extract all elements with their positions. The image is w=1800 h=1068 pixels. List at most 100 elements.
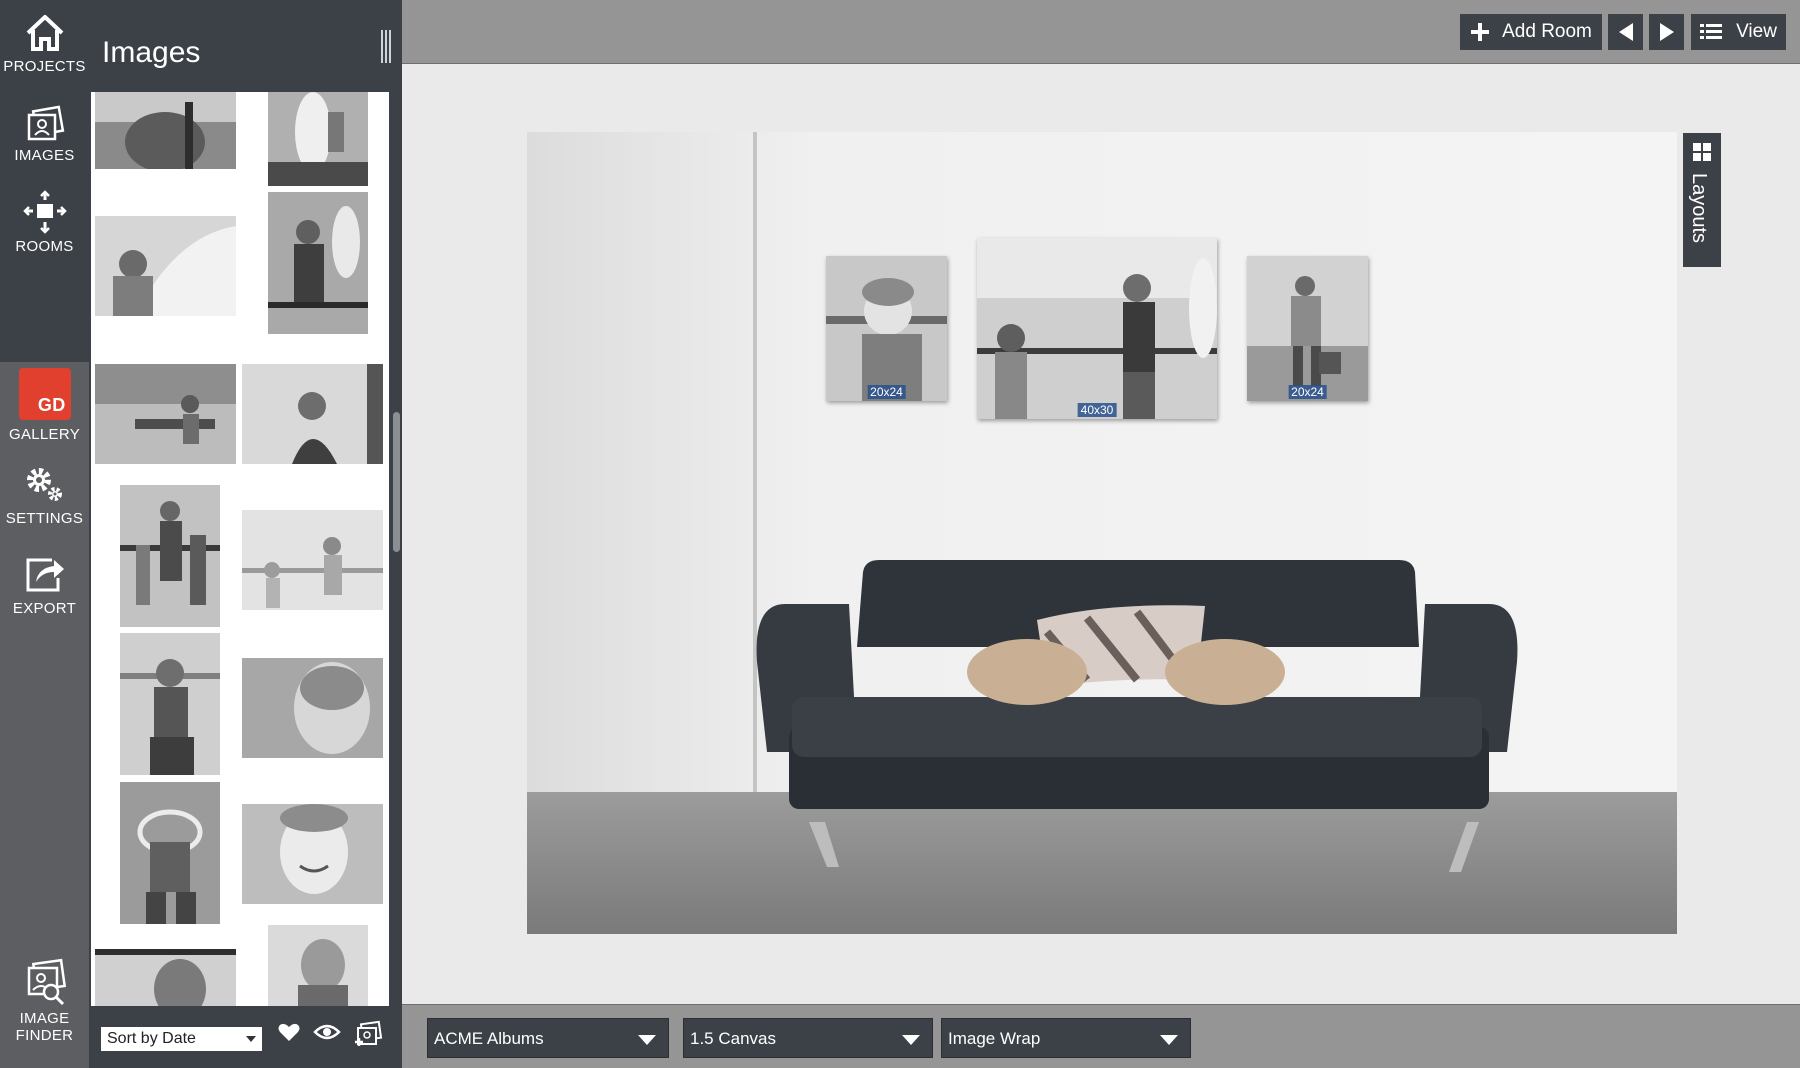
- wall-frame-center[interactable]: 40x30: [977, 238, 1217, 419]
- triangle-left-icon: [1618, 23, 1633, 41]
- nav-gallery-label: GALLERY: [8, 426, 81, 443]
- next-room-button[interactable]: [1649, 14, 1684, 50]
- image-thumbnail[interactable]: [95, 92, 236, 169]
- thumbnail-photo: [95, 92, 236, 169]
- image-thumbnail[interactable]: [242, 364, 383, 464]
- sort-select-value: Sort by Date: [107, 1030, 196, 1047]
- image-thumbnail[interactable]: [268, 92, 368, 186]
- image-thumbnail[interactable]: [95, 949, 236, 1006]
- thumbnail-photo: [268, 92, 368, 186]
- frame-photo: [1247, 256, 1368, 401]
- thumbnail-photo: [95, 216, 236, 316]
- heart-icon[interactable]: [277, 1020, 301, 1044]
- image-thumbnail-grid: [91, 92, 389, 1006]
- thumbnail-photo: [242, 510, 383, 610]
- nav-rooms[interactable]: ROOMS: [0, 190, 89, 268]
- panel-title: Images: [102, 36, 201, 69]
- home-icon: [26, 15, 63, 51]
- wrap-select-value: Image Wrap: [948, 1029, 1041, 1048]
- nav-image-finder-label-1: IMAGE: [19, 1010, 70, 1027]
- image-thumbnail[interactable]: [268, 925, 368, 1006]
- bottom-toolbar: ACME Albums 1.5 Canvas Image Wrap: [402, 1004, 1800, 1068]
- image-thumbnail[interactable]: [120, 633, 220, 775]
- image-thumbnail[interactable]: [242, 510, 383, 610]
- thumbnail-scrollbar[interactable]: [391, 92, 402, 1006]
- rooms-icon: [22, 190, 67, 234]
- thumbnail-photo: [120, 782, 220, 924]
- thumbnail-photo: [95, 364, 236, 464]
- thumbnail-photo: [120, 485, 220, 627]
- wall-frame-right[interactable]: 20x24: [1247, 256, 1368, 401]
- view-button[interactable]: View: [1691, 14, 1786, 50]
- images-panel: Images Sort by Date: [89, 0, 402, 1068]
- frame-size-tag: 20x24: [867, 385, 906, 399]
- add-room-button[interactable]: Add Room: [1460, 14, 1602, 50]
- thumbnail-photo: [242, 658, 383, 758]
- panel-footer: Sort by Date: [89, 1006, 402, 1068]
- view-label: View: [1736, 21, 1777, 42]
- chevron-down-icon: [902, 1035, 920, 1045]
- export-icon: [26, 558, 64, 592]
- layouts-tab[interactable]: Layouts: [1683, 133, 1721, 267]
- add-room-label: Add Room: [1502, 21, 1592, 42]
- wrap-select[interactable]: Image Wrap: [941, 1018, 1191, 1058]
- image-thumbnail[interactable]: [242, 658, 383, 758]
- nav-images[interactable]: IMAGES: [0, 92, 89, 180]
- nav-settings-label: SETTINGS: [5, 510, 84, 527]
- thumbnail-photo: [268, 925, 368, 1006]
- panel-resize-handle[interactable]: [381, 30, 391, 63]
- eye-icon[interactable]: [313, 1020, 341, 1044]
- image-thumbnail[interactable]: [242, 804, 383, 904]
- images-icon: [27, 105, 64, 141]
- nav-images-label: IMAGES: [14, 147, 75, 164]
- nav-export-label: EXPORT: [12, 600, 77, 617]
- image-thumbnail[interactable]: [268, 192, 368, 334]
- thumbnail-photo: [95, 949, 236, 1006]
- image-thumbnail[interactable]: [120, 485, 220, 627]
- chevron-down-icon: [246, 1036, 256, 1042]
- nav-rooms-label: ROOMS: [15, 238, 74, 255]
- triangle-right-icon: [1659, 23, 1674, 41]
- canvas-select-value: 1.5 Canvas: [690, 1029, 776, 1048]
- nav-projects-label: PROJECTS: [3, 58, 86, 75]
- sort-select[interactable]: Sort by Date: [101, 1027, 262, 1051]
- nav-gallery[interactable]: GD GALLERY: [0, 368, 89, 446]
- room-preview: 20x24 40x30 20x24: [527, 132, 1677, 934]
- left-nav: PROJECTS IMAGES ROOMS GD GALLERY SETTING…: [0, 0, 89, 1068]
- gallery-logo-icon: GD: [18, 368, 71, 420]
- plus-icon: [1471, 23, 1490, 41]
- canvas-select[interactable]: 1.5 Canvas: [683, 1018, 933, 1058]
- room-stage: 20x24 40x30 20x24 Layouts: [402, 65, 1800, 1004]
- thumbnail-photo: [242, 364, 383, 464]
- frame-photo: [826, 256, 947, 401]
- thumbnail-photo: [242, 804, 383, 904]
- frame-size-tag: 40x30: [1077, 403, 1117, 417]
- nav-export[interactable]: EXPORT: [0, 554, 89, 632]
- list-icon: [1700, 24, 1723, 39]
- wall-frame-left[interactable]: 20x24: [826, 256, 947, 401]
- thumbnail-photo: [120, 633, 220, 775]
- album-select[interactable]: ACME Albums: [427, 1018, 669, 1058]
- app-window: PROJECTS IMAGES ROOMS GD GALLERY SETTING…: [0, 0, 1800, 1068]
- nav-image-finder[interactable]: IMAGE FINDER: [0, 958, 89, 1064]
- image-thumbnail[interactable]: [95, 364, 236, 464]
- album-select-value: ACME Albums: [434, 1029, 544, 1048]
- nav-image-finder-label-2: FINDER: [15, 1027, 74, 1044]
- gallery-logo-text: GD: [37, 395, 66, 415]
- gears-icon: [26, 468, 62, 501]
- chevron-down-icon: [638, 1035, 656, 1045]
- add-image-icon[interactable]: [353, 1020, 383, 1050]
- image-thumbnail[interactable]: [95, 216, 236, 316]
- frame-size-tag: 20x24: [1288, 385, 1327, 399]
- top-toolbar: Add Room View: [402, 0, 1800, 64]
- layouts-label: Layouts: [1688, 173, 1710, 244]
- previous-room-button[interactable]: [1608, 14, 1643, 50]
- nav-settings[interactable]: SETTINGS: [0, 464, 89, 542]
- image-thumbnail[interactable]: [120, 782, 220, 924]
- thumbnail-photo: [268, 192, 368, 334]
- scrollbar-thumb[interactable]: [393, 412, 400, 552]
- grid-icon: [1693, 143, 1711, 161]
- chevron-down-icon: [1160, 1035, 1178, 1045]
- nav-projects[interactable]: PROJECTS: [0, 12, 89, 90]
- frame-photo: [977, 238, 1217, 419]
